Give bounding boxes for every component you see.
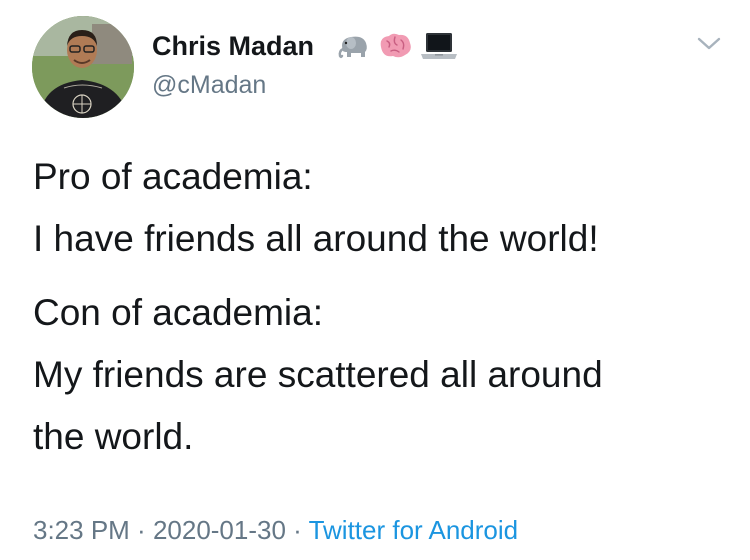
elephant-emoji-icon — [338, 36, 367, 59]
laptop-emoji-icon — [421, 33, 457, 59]
tweet-meta: 3:23 PM · 2020-01-30 · Twitter for Andro… — [33, 514, 518, 546]
author-handle[interactable]: @cMadan — [152, 70, 266, 100]
tweet-card: Chris Madan @cMadan Pro of academia: I h… — [0, 0, 750, 560]
meta-separator: · — [285, 515, 309, 545]
tweet-text-line: Pro of academia: — [33, 156, 313, 197]
chevron-down-icon — [697, 37, 721, 50]
avatar-photo — [32, 16, 134, 118]
tweet-menu-button[interactable] — [695, 33, 723, 53]
tweet-time[interactable]: 3:23 PM — [33, 515, 130, 545]
author-display-name[interactable]: Chris Madan — [152, 31, 314, 61]
tweet-text-line: the world. — [33, 416, 194, 457]
tweet-date[interactable]: 2020-01-30 — [153, 515, 286, 545]
tweet-text: Pro of academia: I have friends all arou… — [33, 146, 723, 468]
name-emoji-badges — [337, 26, 459, 66]
tweet-text-line: I have friends all around the world! — [33, 218, 599, 259]
tweet-text-line: My friends are scattered all around — [33, 354, 603, 395]
avatar[interactable] — [32, 16, 134, 118]
tweet-source-link[interactable]: Twitter for Android — [309, 515, 519, 545]
tweet-text-line: Con of academia: — [33, 292, 324, 333]
brain-emoji-icon — [380, 33, 411, 58]
meta-separator: · — [129, 515, 153, 545]
